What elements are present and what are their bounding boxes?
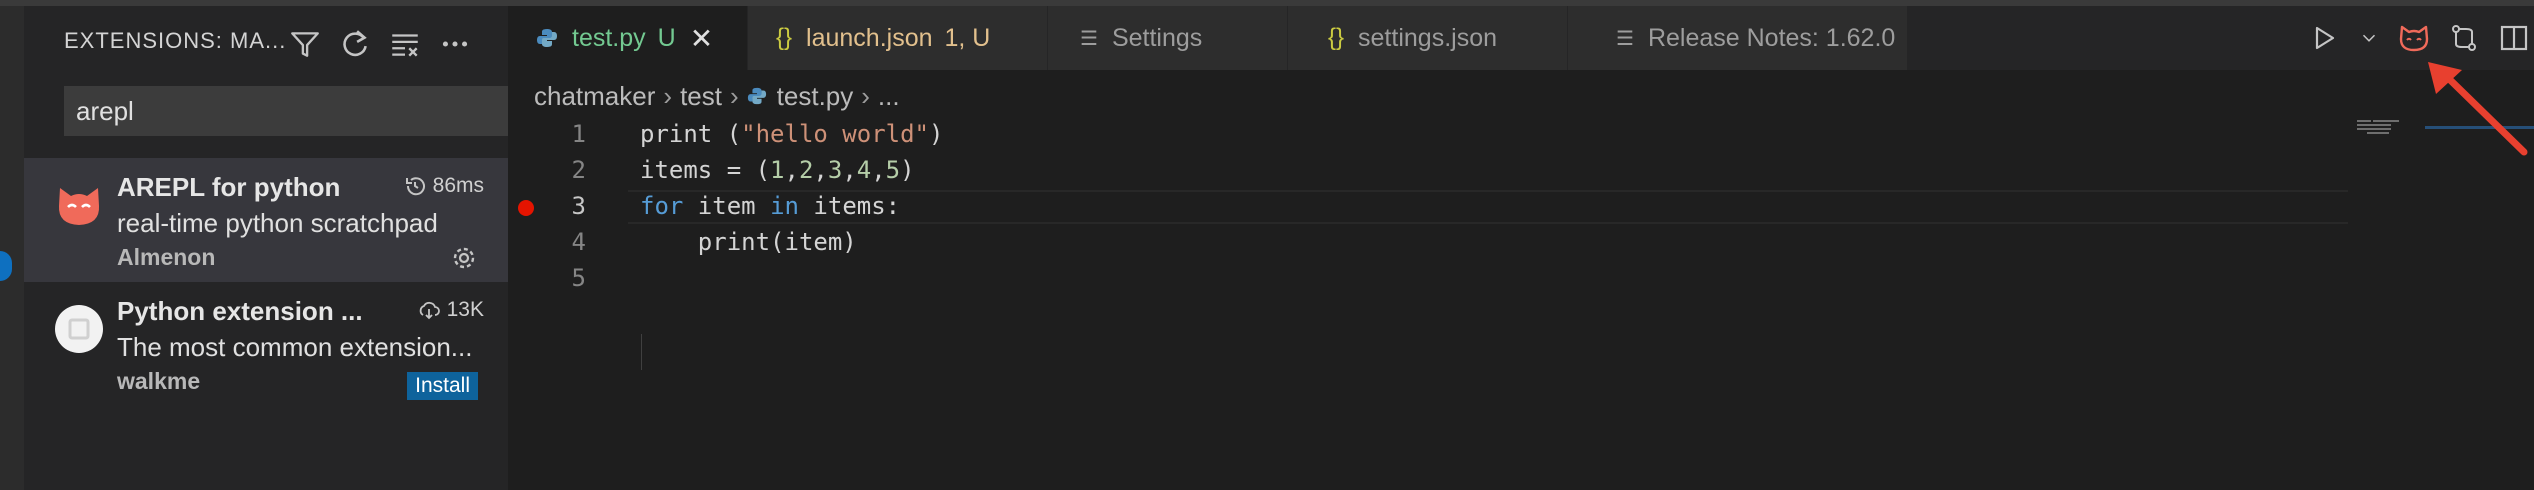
python-icon: [537, 29, 557, 47]
extension-install-count: 13K: [417, 298, 484, 322]
breadcrumb-subfolder[interactable]: test: [680, 81, 722, 112]
tab-settings-json[interactable]: {} settings.json: [1288, 6, 1568, 70]
compare-changes-icon[interactable]: [2448, 22, 2480, 54]
code-line-3[interactable]: 3 for item in items:: [508, 192, 2348, 228]
chevron-right-icon: ›: [861, 80, 870, 111]
chevron-right-icon: ›: [663, 80, 673, 111]
extension-item-python-extension[interactable]: Python extension ... 13K The most common…: [24, 282, 508, 406]
line-number: 2: [571, 156, 586, 184]
manage-gear-icon[interactable]: [448, 242, 480, 274]
chevron-down-icon[interactable]: [2358, 22, 2380, 54]
history-icon: [405, 177, 425, 196]
line-number: 5: [571, 264, 586, 292]
tab-label: settings.json: [1358, 23, 1497, 52]
tab-label: Release Notes: 1.62.0: [1647, 23, 1896, 52]
extension-publisher: walkme: [117, 368, 201, 394]
tab-test-py[interactable]: test.py U ✕: [508, 6, 748, 70]
json-braces-icon: {}: [776, 24, 793, 51]
split-editor-icon[interactable]: [2498, 22, 2530, 54]
run-play-icon[interactable]: [2308, 22, 2340, 54]
arepl-cat-icon[interactable]: [2398, 22, 2430, 54]
code-line-1[interactable]: 1 print ("hello world"): [508, 120, 2348, 156]
refresh-icon[interactable]: [338, 27, 372, 61]
extension-name: AREPL for python: [117, 172, 341, 202]
sidebar-actions: [288, 24, 472, 64]
activity-bar: [0, 6, 24, 490]
tab-launch-json[interactable]: {} launch.json 1, U: [748, 6, 1048, 70]
code-text: print(item): [640, 228, 857, 256]
tab-problem-flag: 1, U: [944, 23, 991, 52]
clear-results-icon[interactable]: [388, 27, 422, 61]
search-value: arepl: [76, 95, 134, 126]
extension-item-arepl[interactable]: AREPL for python 86ms real-time python s…: [24, 158, 508, 282]
settings-lines-icon: ☰: [1080, 27, 1098, 50]
code-text: print ("hello world"): [640, 120, 944, 148]
install-count-value: 13K: [446, 298, 484, 321]
extension-activation-time: 86ms: [403, 174, 484, 198]
line-number: 1: [571, 120, 586, 148]
activity-active-indicator: [0, 251, 12, 281]
cloud-download-icon: [419, 301, 440, 320]
annotation-arrow: [2428, 62, 2528, 156]
extension-publisher: Almenon: [117, 244, 216, 270]
extension-description: The most common extension...: [117, 332, 473, 362]
tab-modified-flag: U: [657, 23, 676, 52]
code-text: for item in items:: [640, 192, 901, 220]
install-button[interactable]: Install: [407, 372, 478, 400]
extension-default-icon: [55, 305, 103, 353]
filter-icon[interactable]: [288, 27, 322, 61]
extension-search-input[interactable]: arepl: [64, 86, 508, 136]
json-braces-icon: {}: [1328, 24, 1345, 51]
extension-name: Python extension ...: [117, 296, 363, 326]
extension-description: real-time python scratchpad: [117, 208, 438, 238]
code-line-2[interactable]: 2 items = (1,2,3,4,5): [508, 156, 2348, 192]
breadcrumb-folder[interactable]: chatmaker: [534, 81, 655, 112]
editor-tabs: test.py U ✕ {} launch.json 1, U ☰ Settin…: [508, 6, 2534, 70]
tab-release-notes[interactable]: ☰ Release Notes: 1.62.0: [1568, 6, 1908, 70]
tab-label: test.py: [572, 23, 646, 52]
sidebar-title: EXTENSIONS: MA...: [64, 28, 287, 53]
close-icon[interactable]: ✕: [690, 22, 713, 55]
tab-settings[interactable]: ☰ Settings: [1048, 6, 1288, 70]
python-icon: [747, 87, 766, 105]
code-line-4[interactable]: 4 print(item): [508, 228, 2348, 264]
code-line-5[interactable]: 5: [508, 264, 2348, 300]
chevron-right-icon: ›: [729, 80, 739, 111]
code-text: items = (1,2,3,4,5): [640, 156, 915, 184]
indent-guide: [641, 334, 642, 370]
tab-label: launch.json: [806, 23, 933, 52]
breadcrumb: chatmaker › test › test.py › ...: [508, 76, 900, 116]
arepl-cat-icon: [58, 188, 100, 225]
line-number: 4: [571, 228, 586, 256]
line-number: 3: [571, 192, 586, 220]
activation-time-value: 86ms: [432, 174, 484, 197]
code-editor[interactable]: 1 print ("hello world") 2 items = (1,2,3…: [508, 116, 2348, 490]
notes-lines-icon: ☰: [1616, 27, 1634, 50]
more-actions-icon[interactable]: [438, 27, 472, 61]
tab-label: Settings: [1111, 23, 1203, 52]
breadcrumb-file[interactable]: test.py: [777, 81, 854, 112]
breadcrumb-more[interactable]: ...: [878, 81, 900, 112]
